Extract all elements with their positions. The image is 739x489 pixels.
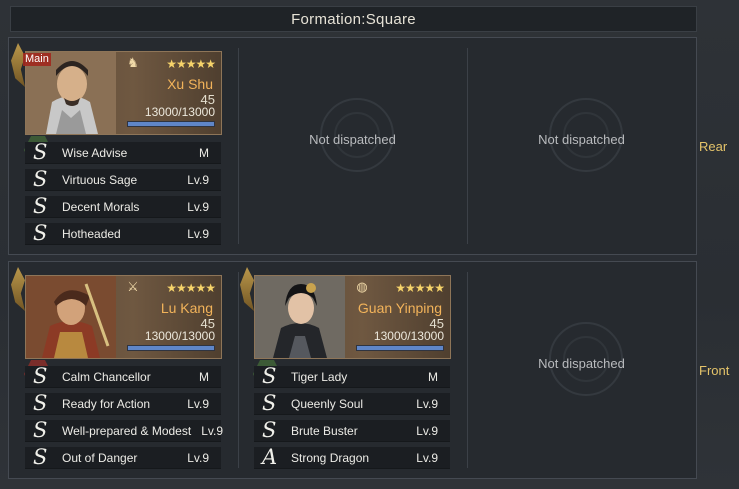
general-name: Xu Shu bbox=[167, 76, 213, 92]
skill-level: Lv.9 bbox=[187, 227, 209, 241]
empty-slot[interactable]: Not dispatched bbox=[467, 262, 696, 478]
skill-name: Ready for Action bbox=[62, 397, 151, 411]
skill-level: M bbox=[199, 146, 209, 160]
skill-level: M bbox=[428, 370, 438, 384]
general-portrait bbox=[26, 276, 116, 358]
front-row: ⚔ ★★★★★ Lu Kang 45 13000/13000 Wu SCalm … bbox=[8, 261, 697, 479]
troop-bar-fill bbox=[128, 346, 214, 350]
general-card[interactable]: ♞ ★★★★★ Xu Shu 45 13000/13000 bbox=[25, 51, 222, 135]
general-name: Lu Kang bbox=[160, 300, 213, 316]
general-card[interactable]: ⚔ ★★★★★ Lu Kang 45 13000/13000 bbox=[25, 275, 222, 359]
skill-level: M bbox=[199, 370, 209, 384]
skill-level: Lv.9 bbox=[416, 397, 438, 411]
skill-name: Strong Dragon bbox=[291, 451, 370, 465]
skill-level: Lv.9 bbox=[416, 424, 438, 438]
row-label-front: Front bbox=[699, 363, 730, 378]
formation-title: Formation:Square bbox=[10, 6, 697, 32]
slot-ornament-icon bbox=[11, 267, 25, 311]
skill-name: Calm Chancellor bbox=[62, 370, 151, 384]
general-slot-guan-yinping[interactable]: ◍ ★★★★★ Guan Yinping 45 13000/13000 Shu … bbox=[238, 262, 467, 478]
skill-row[interactable]: S Tiger Lady M bbox=[254, 364, 450, 388]
empty-slot[interactable]: Not dispatched bbox=[467, 38, 696, 254]
general-portrait bbox=[255, 276, 345, 358]
skill-level: Lv.9 bbox=[416, 451, 438, 465]
rear-row: ♞ ★★★★★ Xu Shu 45 13000/13000 Main Shu S… bbox=[8, 37, 697, 255]
not-dispatched-label: Not dispatched bbox=[538, 356, 625, 371]
shield-icon: ◍ bbox=[356, 279, 368, 294]
skill-name: Brute Buster bbox=[291, 424, 358, 438]
skill-name: Wise Advise bbox=[62, 146, 128, 160]
troop-bar-fill bbox=[357, 346, 443, 350]
skill-grade: S bbox=[262, 418, 277, 442]
skill-name: Out of Danger bbox=[62, 451, 138, 465]
troop-count: 13000/13000 bbox=[373, 329, 444, 343]
skill-grade: S bbox=[33, 167, 48, 191]
troop-bar bbox=[127, 345, 215, 351]
skill-grade: S bbox=[33, 194, 48, 218]
troop-bar-fill bbox=[128, 122, 214, 126]
general-slot-xu-shu[interactable]: ♞ ★★★★★ Xu Shu 45 13000/13000 Main Shu S… bbox=[9, 38, 238, 254]
skill-level: Lv.9 bbox=[187, 397, 209, 411]
skill-level: Lv.9 bbox=[187, 173, 209, 187]
skill-list: S Tiger Lady M S Queenly Soul Lv.9 S Brute Bu… bbox=[254, 364, 450, 474]
spear-icon: ⚔ bbox=[127, 279, 139, 294]
skill-row[interactable]: S Out of Danger Lv.9 bbox=[25, 445, 221, 469]
troop-bar bbox=[127, 121, 215, 127]
skill-name: Virtuous Sage bbox=[62, 173, 138, 187]
skill-grade: S bbox=[33, 364, 48, 388]
skill-name: Hotheaded bbox=[62, 227, 121, 241]
skill-row[interactable]: S Ready for Action Lv.9 bbox=[25, 391, 221, 415]
skill-name: Well-prepared & Modest bbox=[62, 424, 192, 438]
star-rating: ★★★★★ bbox=[395, 281, 445, 295]
skill-grade: S bbox=[262, 364, 277, 388]
skill-grade: S bbox=[33, 391, 48, 415]
skill-grade: S bbox=[33, 140, 48, 164]
not-dispatched-label: Not dispatched bbox=[538, 132, 625, 147]
empty-slot[interactable]: Not dispatched bbox=[238, 38, 467, 254]
general-slot-lu-kang[interactable]: ⚔ ★★★★★ Lu Kang 45 13000/13000 Wu SCalm … bbox=[9, 262, 238, 478]
not-dispatched-label: Not dispatched bbox=[309, 132, 396, 147]
skill-grade: S bbox=[262, 391, 277, 415]
skill-list: S Calm Chancellor M S Ready for Action Lv.9 … bbox=[25, 364, 223, 474]
skill-row[interactable]: A Strong Dragon Lv.9 bbox=[254, 445, 450, 469]
general-name: Guan Yinping bbox=[357, 300, 442, 316]
slot-ornament-icon bbox=[240, 267, 254, 311]
skill-name: Decent Morals bbox=[62, 200, 140, 214]
skill-row[interactable]: S Virtuous Sage Lv.9 bbox=[25, 167, 221, 191]
troop-count: 13000/13000 bbox=[144, 105, 215, 119]
skill-name: Tiger Lady bbox=[291, 370, 348, 384]
troop-count: 13000/13000 bbox=[144, 329, 215, 343]
skill-grade: A bbox=[262, 445, 278, 469]
general-card[interactable]: ◍ ★★★★★ Guan Yinping 45 13000/13000 bbox=[254, 275, 451, 359]
skill-row[interactable]: S Brute Buster Lv.9 bbox=[254, 418, 450, 442]
skill-level: Lv.9 bbox=[187, 451, 209, 465]
skill-row[interactable]: S Decent Morals Lv.9 bbox=[25, 194, 221, 218]
star-rating: ★★★★★ bbox=[166, 281, 216, 295]
star-rating: ★★★★★ bbox=[166, 57, 216, 71]
skill-row[interactable]: S Well-prepared & Modest Lv.9 bbox=[25, 418, 223, 442]
skill-row[interactable]: S Calm Chancellor M bbox=[25, 364, 221, 388]
skill-grade: S bbox=[33, 418, 48, 442]
skill-row[interactable]: S Queenly Soul Lv.9 bbox=[254, 391, 450, 415]
skill-level: Lv.9 bbox=[187, 200, 209, 214]
skill-level: Lv.9 bbox=[201, 424, 223, 438]
skill-grade: S bbox=[33, 221, 48, 245]
skill-name: Queenly Soul bbox=[291, 397, 364, 411]
horse-icon: ♞ bbox=[127, 55, 139, 70]
skill-grade: S bbox=[33, 445, 48, 469]
skill-row[interactable]: S Wise Advise M bbox=[25, 140, 221, 164]
troop-bar bbox=[356, 345, 444, 351]
skill-row[interactable]: S Hotheaded Lv.9 bbox=[25, 221, 221, 245]
main-general-tag: Main bbox=[23, 53, 51, 66]
skill-list: S Wise Advise M S Virtuous Sage Lv.9 S Decent… bbox=[25, 140, 221, 250]
row-label-rear: Rear bbox=[699, 139, 728, 154]
